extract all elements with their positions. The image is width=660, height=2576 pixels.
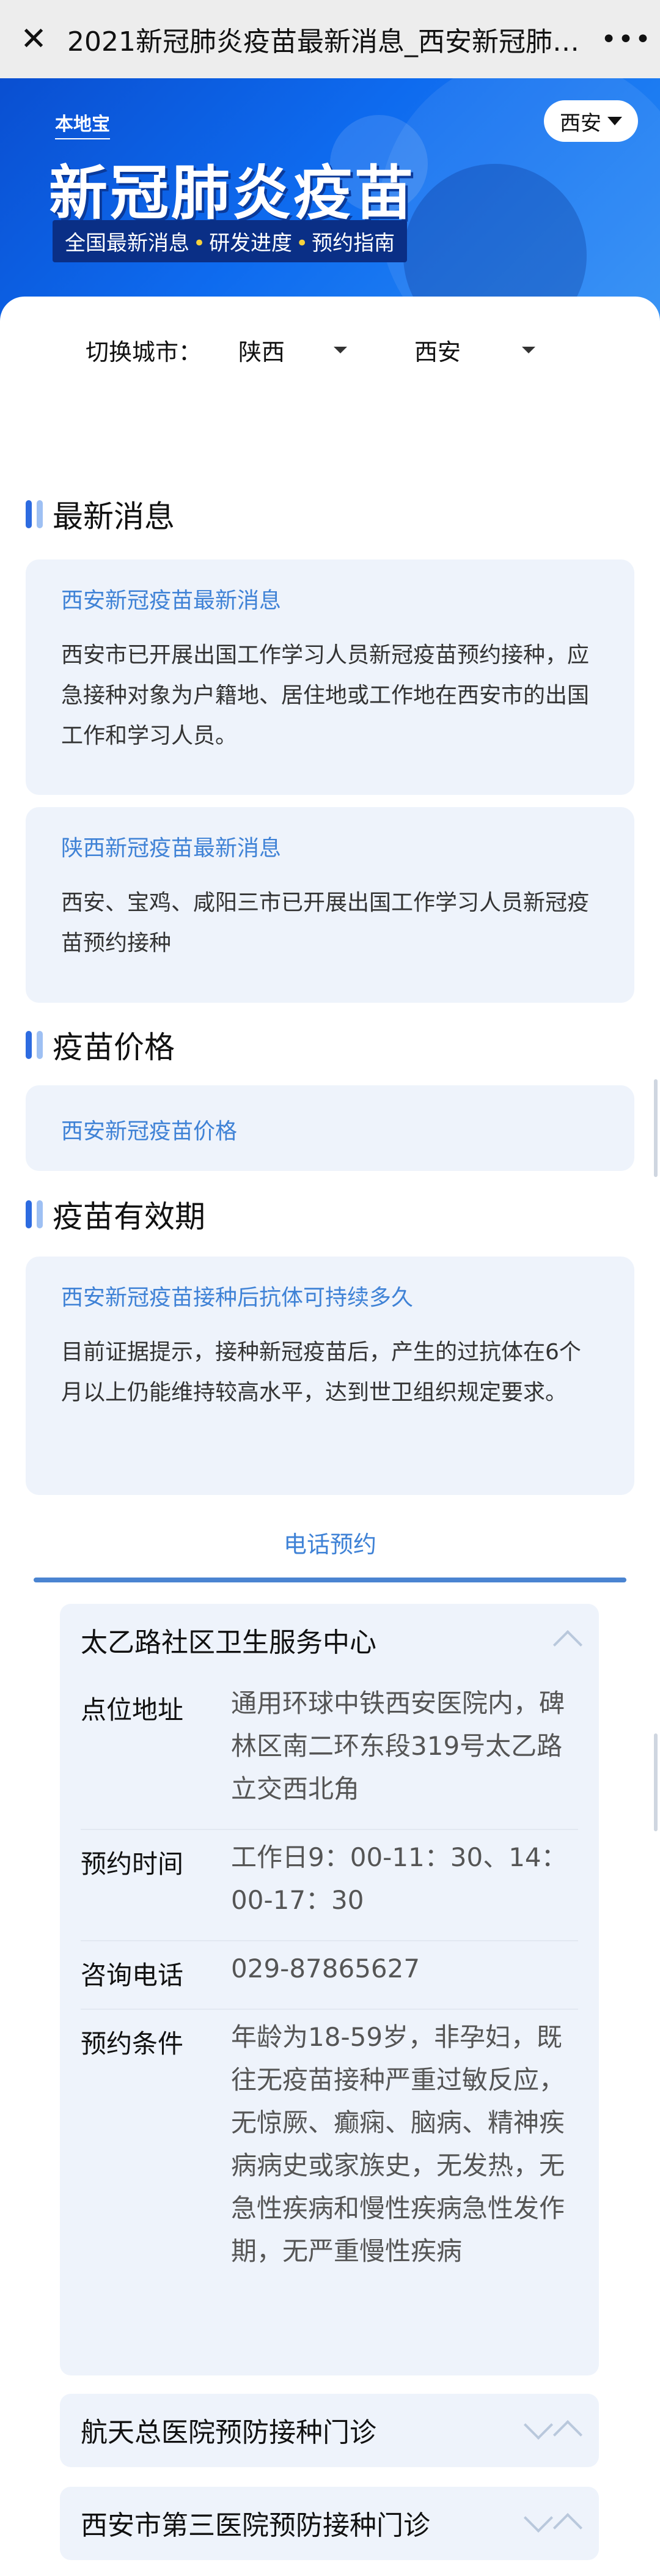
expand-toggle[interactable] xyxy=(523,2410,583,2450)
clinic-card: 太乙路社区卫生服务中心 点位地址 通用环球中铁西安医院内，碑林区南二环东段319… xyxy=(60,1604,599,2375)
news-card-title[interactable]: 西安新冠疫苗最新消息 xyxy=(61,583,599,614)
banner-headline: 新冠肺炎疫苗 xyxy=(49,159,416,227)
section-title-price: 疫苗价格 xyxy=(26,1023,175,1067)
content-panel: 切换城市： 陕西 西安 最新消息 西安新冠疫苗最新消息 西安市已开展出国工作学习… xyxy=(0,297,660,2576)
city-switch-label: 切换城市： xyxy=(86,339,202,366)
clinic-detail-row: 预约条件 年龄为18-59岁，非孕妇，既往无疫苗接种严重过敏反应，无惊厥、癫痫、… xyxy=(81,2010,578,2291)
subline-item: 预约指南 xyxy=(312,231,395,256)
chevron-down-icon xyxy=(523,2503,554,2533)
city-select[interactable]: 西安 xyxy=(414,333,536,367)
province-select[interactable]: 陕西 xyxy=(238,333,348,367)
news-card[interactable]: 西安新冠疫苗最新消息 西安市已开展出国工作学习人员新冠疫苗预约接种，应急接种对象… xyxy=(26,559,634,795)
detail-value: 通用环球中铁西安医院内，碑林区南二环东段319号太乙路立交西北角 xyxy=(231,1688,565,1804)
banner-subline: 全国最新消息 • 研发进度 • 预约指南 xyxy=(53,220,408,262)
city-selector-pill[interactable]: 西安 xyxy=(544,100,638,142)
section-marker-icon xyxy=(26,500,43,528)
detail-value: 年龄为18-59岁，非孕妇，既往无疫苗接种严重过敏反应，无惊厥、癫痫、脑病、精神… xyxy=(231,2022,565,2266)
detail-label: 预约时间 xyxy=(81,1849,184,1879)
clinic-detail-row: 点位地址 通用环球中铁西安医院内，碑林区南二环东段319号太乙路立交西北角 xyxy=(81,1676,578,1830)
section-title-text: 疫苗有效期 xyxy=(53,1199,205,1234)
section-title-news: 最新消息 xyxy=(26,492,175,536)
validity-card-body: 目前证据提示，接种新冠疫苗后，产生的过抗体在6个月以上仍能维持较高水平，达到世卫… xyxy=(61,1340,581,1405)
phone-number-link[interactable]: 029-87865627 xyxy=(231,1941,578,2009)
scrollbar[interactable] xyxy=(654,1079,658,1177)
city-pill-label: 西安 xyxy=(560,111,601,136)
top-bar: ✕ 2021新冠肺炎疫苗最新消息_西安新冠肺… ••• xyxy=(0,0,660,78)
price-card[interactable]: 西安新冠疫苗价格 xyxy=(26,1085,634,1171)
tab-underline xyxy=(34,1578,626,1582)
caret-down-icon xyxy=(522,347,536,353)
subline-item: 全国最新消息 xyxy=(65,231,189,256)
subline-separator: • xyxy=(193,231,206,256)
news-card-title[interactable]: 陕西新冠疫苗最新消息 xyxy=(61,830,599,862)
caret-down-icon xyxy=(607,117,622,125)
section-marker-icon xyxy=(26,1031,43,1059)
more-icon[interactable]: ••• xyxy=(593,24,660,55)
clinic-name: 太乙路社区卫生服务中心 xyxy=(81,1627,376,1658)
detail-label: 咨询电话 xyxy=(81,1960,184,1990)
news-card[interactable]: 陕西新冠疫苗最新消息 西安、宝鸡、咸阳三市已开展出国工作学习人员新冠疫苗预约接种 xyxy=(26,807,634,1003)
section-marker-icon xyxy=(26,1200,43,1228)
city-value: 西安 xyxy=(414,339,461,366)
clinic-header[interactable]: 太乙路社区卫生服务中心 xyxy=(81,1604,583,1676)
close-icon[interactable]: ✕ xyxy=(0,0,67,78)
price-card-title[interactable]: 西安新冠疫苗价格 xyxy=(61,1113,599,1145)
scrollbar[interactable] xyxy=(654,1733,658,1831)
clinic-card[interactable]: 西安市第三医院预防接种门诊 xyxy=(60,2487,599,2560)
clinic-name: 西安市第三医院预防接种门诊 xyxy=(81,2510,430,2541)
detail-label: 点位地址 xyxy=(81,1695,184,1725)
chevron-up-icon xyxy=(552,2419,583,2450)
section-title-validity: 疫苗有效期 xyxy=(26,1192,205,1236)
section-title-text: 疫苗价格 xyxy=(53,1030,175,1065)
city-switch-row: 切换城市： 陕西 西安 xyxy=(86,333,536,367)
clinic-detail-row: 预约时间 工作日9：00-11：30、14：00-17：30 xyxy=(81,1830,578,1941)
news-card-body: 西安、宝鸡、咸阳三市已开展出国工作学习人员新冠疫苗预约接种 xyxy=(61,890,590,956)
validity-card[interactable]: 西安新冠疫苗接种后抗体可持续多久 目前证据提示，接种新冠疫苗后，产生的过抗体在6… xyxy=(26,1257,634,1495)
clinic-header[interactable]: 西安市第三医院预防接种门诊 xyxy=(81,2487,583,2559)
clinic-header[interactable]: 航天总医院预防接种门诊 xyxy=(81,2394,583,2466)
caret-down-icon xyxy=(334,347,348,353)
clinic-detail-row: 咨询电话 029-87865627 xyxy=(81,1941,578,2010)
subline-separator: • xyxy=(296,231,309,256)
validity-card-title[interactable]: 西安新冠疫苗接种后抗体可持续多久 xyxy=(61,1280,599,1312)
detail-value: 工作日9：00-11：30、14：00-17：30 xyxy=(231,1842,567,1915)
province-value: 陕西 xyxy=(238,339,285,366)
page-title: 2021新冠肺炎疫苗最新消息_西安新冠肺… xyxy=(67,26,579,57)
chevron-up-icon xyxy=(552,2512,583,2543)
chevron-down-icon xyxy=(523,2410,554,2440)
detail-label: 预约条件 xyxy=(81,2029,184,2059)
site-logo: 本地宝 xyxy=(55,109,110,139)
expand-toggle[interactable] xyxy=(523,2503,583,2543)
clinic-name: 航天总医院预防接种门诊 xyxy=(81,2417,376,2448)
section-title-text: 最新消息 xyxy=(53,499,175,534)
subline-item: 研发进度 xyxy=(209,231,293,256)
chevron-up-icon[interactable] xyxy=(552,1629,583,1660)
tab-phone-booking[interactable]: 电话预约 xyxy=(0,1526,660,1559)
news-card-body: 西安市已开展出国工作学习人员新冠疫苗预约接种，应急接种对象为户籍地、居住地或工作… xyxy=(61,643,590,748)
clinic-card[interactable]: 航天总医院预防接种门诊 xyxy=(60,2394,599,2467)
